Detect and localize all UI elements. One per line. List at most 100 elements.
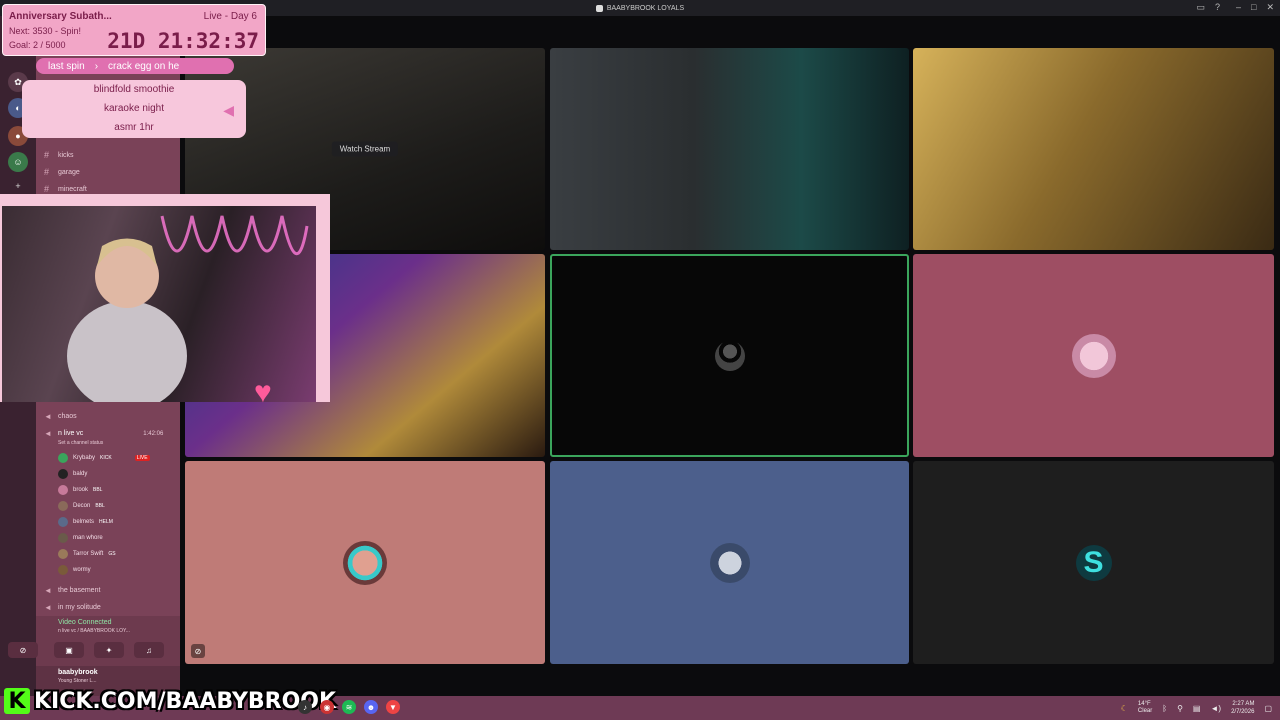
avatar [1071, 333, 1116, 378]
screen-share-button[interactable]: ▣ [54, 642, 84, 658]
bluetooth-icon[interactable]: ᛒ [1162, 704, 1167, 713]
desktop: BAABYBROOK LOYALS ▭ ? – □ ✕ ✿ ◐ ● ☺ + # k… [0, 0, 1280, 720]
window-title-text: BAABYBROOK LOYALS [606, 4, 685, 12]
member-item[interactable]: wormy [58, 565, 91, 575]
window-title: BAABYBROOK LOYALS [595, 4, 685, 12]
video-tile-camera[interactable] [913, 48, 1274, 250]
subathon-next: Next: 3530 - Spin! [9, 26, 82, 36]
camera-off-button[interactable]: ⊘ [8, 642, 38, 658]
brave-icon[interactable]: ▼ [386, 700, 400, 714]
subathon-goal: Goal: 2 / 5000 [9, 40, 66, 50]
facecam-video [2, 206, 316, 411]
voice-channel-icon: ◄ [44, 412, 52, 421]
soundboard-icon: ♫ [146, 645, 152, 655]
streamer-facecam: ♥ [0, 194, 330, 411]
video-tile-avatar[interactable]: S [913, 461, 1274, 664]
video-tile-camera[interactable] [550, 48, 909, 250]
obs-icon[interactable]: ◉ [320, 700, 334, 714]
neon-lights [67, 215, 309, 411]
kick-url: KICK.COM/BAABYBROOK [34, 688, 337, 714]
chevron-right-icon: › [94, 60, 99, 72]
voice-channel-name[interactable]: n live vc / BAABYBROOK LOY... [58, 628, 130, 634]
channel-item[interactable]: # kicks [44, 150, 74, 160]
discord-icon[interactable]: ☻ [364, 700, 378, 714]
minimize-icon[interactable]: – [1236, 2, 1241, 13]
camera-icon: ⊘ [19, 645, 27, 655]
help-icon[interactable]: ? [1215, 2, 1220, 13]
voice-status: Video Connected [58, 619, 112, 626]
subathon-widget: Anniversary Subath... Next: 3530 - Spin!… [2, 4, 266, 56]
system-tray: ☾ 14°F Clear ᛒ ⚲ ▤ ◄) 2:27 AM 2/7/2026 ▢ [1121, 700, 1272, 716]
channel-item[interactable]: ◄ the basement [44, 586, 100, 595]
server-icon[interactable]: ☺ [8, 152, 28, 172]
channel-item[interactable]: # garage [44, 167, 80, 177]
subathon-title: Anniversary Subath... [9, 11, 112, 22]
avatar [58, 549, 68, 559]
avatar [709, 542, 750, 583]
channel-item-active[interactable]: ◄ n live vc 1:42:06 [44, 429, 163, 438]
avatar [58, 565, 68, 575]
channel-item[interactable]: ◄ chaos [44, 412, 77, 421]
tiktok-icon[interactable]: ♪ [298, 700, 312, 714]
subathon-timer: 21D 21:32:37 [107, 29, 259, 53]
voice-channel-icon: ◄ [44, 603, 52, 612]
member-item[interactable]: baldy [58, 469, 87, 479]
member-item[interactable]: man whore [58, 533, 103, 543]
member-item[interactable]: brook BBL [58, 485, 102, 495]
activities-button[interactable]: ✦ [94, 642, 124, 658]
volume-icon[interactable]: ◄) [1210, 704, 1221, 713]
default-avatar-icon [714, 340, 745, 371]
inbox-icon[interactable]: ▭ [1196, 2, 1205, 13]
voice-connection-panel: Video Connected n live vc / BAABYBROOK L… [8, 616, 180, 666]
avatar [58, 533, 68, 543]
server-logo-icon [595, 4, 603, 12]
notification-icon[interactable]: ▢ [1264, 704, 1272, 713]
channel-status[interactable]: Set a channel status [58, 440, 103, 446]
add-server-icon[interactable]: + [8, 176, 28, 196]
member-item[interactable]: Decon BBL [58, 501, 105, 511]
spotify-icon[interactable]: ≋ [342, 700, 356, 714]
text-channel-icon: # [44, 150, 50, 160]
avatar [58, 469, 68, 479]
avatar [58, 501, 68, 511]
member-item[interactable]: belmets HELM [58, 517, 113, 527]
clock[interactable]: 2:27 AM 2/7/2026 [1231, 700, 1254, 716]
text-channel-icon: # [44, 184, 50, 194]
text-channel-icon: # [44, 167, 50, 177]
video-tile-speaking[interactable] [550, 254, 909, 457]
soundboard-button[interactable]: ♫ [134, 642, 164, 658]
video-tile-avatar[interactable] [913, 254, 1274, 457]
muted-icon: ⊘ [191, 644, 205, 658]
live-badge: LIVE [134, 455, 150, 461]
video-tile-avatar[interactable] [550, 461, 909, 664]
video-tile-avatar[interactable]: ⊘ [185, 461, 545, 664]
avatar [58, 453, 68, 463]
watch-stream-button[interactable]: Watch Stream [331, 141, 399, 157]
weather[interactable]: 14°F Clear [1138, 701, 1152, 715]
heart-icon: ♥ [254, 376, 272, 409]
close-icon[interactable]: ✕ [1266, 2, 1274, 13]
last-spin-label: last spin [48, 60, 85, 72]
screen-share-icon: ▣ [65, 645, 73, 655]
avatar: S [1075, 544, 1112, 581]
voice-channel-icon: ◄ [44, 586, 52, 595]
window-controls: – □ ✕ [1236, 2, 1274, 13]
spin-option: karaoke night [103, 103, 165, 114]
member-item[interactable]: Krybaby KICK LIVE [58, 453, 150, 463]
spin-option: blindfold smoothie [93, 84, 175, 95]
member-item[interactable]: Tarror Swift GS [58, 549, 116, 559]
channel-item[interactable]: # minecraft [44, 184, 87, 194]
avatar [343, 540, 387, 585]
mic-icon[interactable]: ⚲ [1177, 704, 1183, 713]
user-status: Young Stoner L... [58, 678, 97, 684]
channel-item[interactable]: ◄ in my solitude [44, 603, 101, 612]
avatar [58, 485, 68, 495]
spin-option: asmr 1hr [114, 122, 154, 133]
username[interactable]: baabybrook [58, 669, 98, 676]
titlebar-tools: ▭ ? [1196, 2, 1220, 13]
maximize-icon[interactable]: □ [1251, 2, 1256, 13]
network-icon[interactable]: ▤ [1193, 704, 1201, 713]
activities-icon: ✦ [105, 645, 113, 655]
kick-logo-icon: K [4, 688, 30, 714]
last-spin-bar: last spin › crack egg on he [36, 58, 234, 74]
